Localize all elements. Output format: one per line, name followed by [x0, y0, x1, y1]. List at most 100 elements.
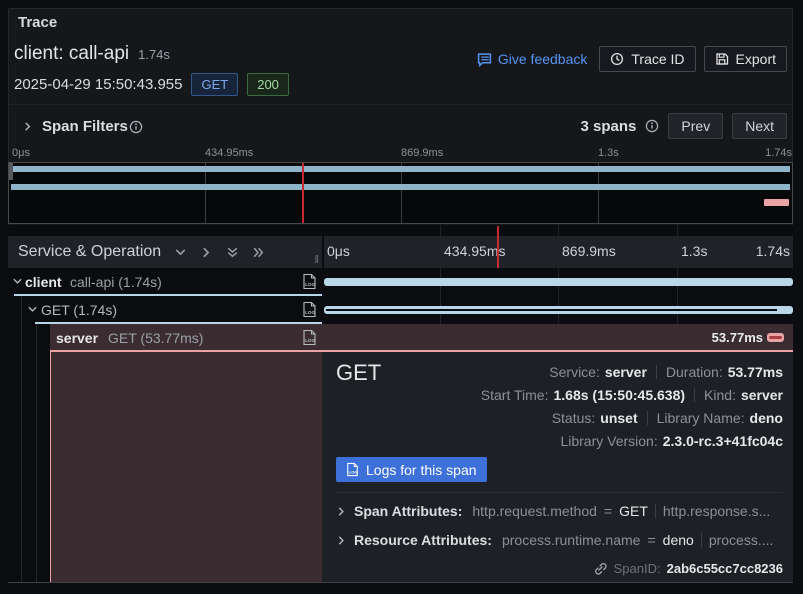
service-operation-header: Service & Operation ‖: [8, 236, 322, 268]
span-row-server-selected[interactable]: server GET (53.77ms) LOG 53.77ms: [8, 324, 793, 352]
span-navigation: 3 spans Prev Next: [581, 113, 787, 139]
minimap-span-bar-get: [11, 184, 790, 190]
detail-left-gutter: [8, 352, 50, 582]
duration-label: Duration:: [666, 364, 723, 380]
minimap-drag-handle[interactable]: [9, 163, 13, 180]
svg-text:LOG: LOG: [305, 338, 315, 343]
method-badge: GET: [191, 73, 238, 96]
span-id-value: 2ab6c55cc7cc8236: [667, 561, 783, 576]
column-separator[interactable]: [322, 236, 324, 268]
span-attributes-row[interactable]: Span Attributes: http.request.method = G…: [336, 503, 786, 519]
service-label: Service:: [549, 364, 600, 380]
log-icon[interactable]: LOG: [302, 329, 317, 346]
library-name-value: deno: [750, 410, 783, 426]
copy-icon: [610, 52, 624, 66]
log-icon[interactable]: LOG: [302, 301, 317, 318]
span-duration-label: 53.77ms: [712, 330, 763, 345]
chevron-right-icon[interactable]: [336, 506, 347, 517]
minimap-span-bar-client: [11, 166, 790, 172]
attribute-value: GET: [619, 503, 648, 519]
span-operation-name: GET (1.74s): [41, 302, 117, 318]
logs-button-label: Logs for this span: [366, 462, 477, 478]
trace-minimap[interactable]: [8, 162, 793, 224]
attribute-truncated: process....: [709, 532, 774, 548]
overview-line-4: Library Version: 2.3.0-rc.3+41fc04c: [560, 433, 783, 449]
export-button[interactable]: Export: [704, 46, 787, 72]
attribute-divider: [655, 504, 656, 519]
kind-label: Kind:: [704, 387, 736, 403]
logs-for-span-button[interactable]: LOG Logs for this span: [336, 457, 487, 482]
span-filters-expand-icon[interactable]: [22, 121, 33, 132]
attribute-divider: [701, 533, 702, 548]
minimap-tick-4: 1.74s: [765, 147, 792, 159]
attribute-value: deno: [663, 532, 694, 548]
overview-line-3: Status: unset Library Name: deno: [552, 410, 783, 426]
trace-title-row: client: call-api 1.74s: [14, 43, 170, 65]
span-attributes-label: Span Attributes:: [354, 503, 462, 519]
attribute-equals: =: [647, 532, 655, 548]
field-divider: [694, 388, 695, 402]
start-time-label: Start Time:: [481, 387, 549, 403]
span-bar-get[interactable]: [324, 306, 793, 314]
library-version-value: 2.3.0-rc.3+41fc04c: [663, 433, 783, 449]
log-icon[interactable]: LOG: [302, 273, 317, 290]
next-span-button[interactable]: Next: [732, 113, 787, 139]
selected-span-block: [50, 352, 322, 582]
double-chevron-right-icon[interactable]: [252, 246, 265, 259]
span-row-client[interactable]: client call-api (1.74s) LOG: [8, 268, 793, 296]
span-row-get[interactable]: GET (1.74s) LOG: [8, 296, 793, 324]
trace-id-label: Trace ID: [631, 51, 684, 67]
comment-icon: [477, 52, 492, 67]
span-bar-server[interactable]: [767, 333, 784, 342]
chevron-right-icon[interactable]: [336, 535, 347, 546]
header-actions: Give feedback Trace ID Export: [477, 46, 787, 72]
child-span-stripe: [326, 309, 777, 311]
field-divider: [656, 365, 657, 379]
resource-attributes-row[interactable]: Resource Attributes: process.runtime.nam…: [336, 532, 786, 548]
table-tick-0: 0μs: [327, 243, 350, 259]
row-collapse-icon[interactable]: [27, 304, 38, 315]
minimap-gridline-50: [401, 163, 402, 223]
detail-span-title: GET: [336, 360, 381, 386]
trace-view: Trace client: call-api 1.74s 2025-04-29 …: [0, 0, 803, 594]
give-feedback-label: Give feedback: [498, 51, 588, 67]
span-id-label: SpanID:: [614, 561, 661, 576]
service-operation-label: Service & Operation: [18, 243, 161, 261]
save-icon: [715, 52, 729, 66]
attribute-equals: =: [604, 503, 612, 519]
span-filters-info-icon[interactable]: [129, 120, 143, 134]
table-tick-3: 1.3s: [681, 243, 707, 259]
chevron-down-icon[interactable]: [174, 246, 187, 259]
minimap-tick-0: 0μs: [12, 147, 30, 159]
panel-title: Trace: [18, 14, 57, 31]
chevron-right-icon[interactable]: [200, 246, 213, 259]
span-service-name: client: [25, 274, 62, 290]
attribute-key: process.runtime.name: [502, 532, 641, 548]
library-name-label: Library Name:: [657, 410, 745, 426]
minimap-tick-2: 869.9ms: [401, 147, 443, 159]
span-bar-stripe: [769, 336, 782, 339]
span-bar-client[interactable]: [324, 278, 793, 286]
column-resize-handle[interactable]: ‖: [314, 254, 320, 266]
span-operation-name: GET (53.77ms): [108, 330, 203, 346]
attribute-key: http.request.method: [472, 503, 597, 519]
span-count-info-icon[interactable]: [645, 119, 659, 133]
trace-id-button[interactable]: Trace ID: [599, 46, 695, 72]
span-operation-name: call-api (1.74s): [70, 274, 162, 290]
minimap-position-marker: [302, 163, 304, 223]
link-icon[interactable]: [593, 561, 608, 576]
double-chevron-down-icon[interactable]: [226, 246, 239, 259]
row-collapse-icon[interactable]: [12, 276, 23, 287]
prev-span-button[interactable]: Prev: [668, 113, 723, 139]
start-time-value: 1.68s (15:50:45.638): [553, 387, 685, 403]
svg-text:LOG: LOG: [305, 310, 315, 315]
give-feedback-link[interactable]: Give feedback: [477, 51, 588, 67]
status-value: unset: [600, 410, 637, 426]
span-count: 3 spans: [581, 118, 637, 135]
filters-divider: [9, 104, 793, 105]
panel-bottom-border: [8, 582, 793, 583]
minimap-tick-1: 434.95ms: [205, 147, 253, 159]
overview-line-2: Start Time: 1.68s (15:50:45.638) Kind: s…: [481, 387, 783, 403]
library-version-label: Library Version:: [560, 433, 657, 449]
span-filters-label[interactable]: Span Filters: [42, 118, 128, 135]
